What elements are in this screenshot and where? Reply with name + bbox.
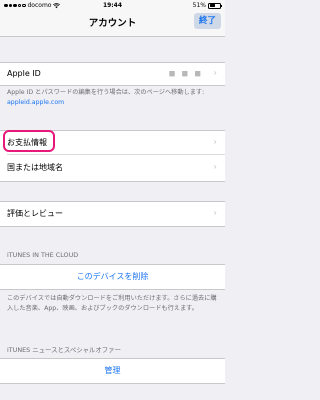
ratings-reviews-label: 評価とレビュー — [7, 209, 63, 218]
apple-id-site-link[interactable]: appleid.apple.com — [7, 99, 64, 106]
remove-device-label: このデバイスを削除 — [76, 272, 149, 281]
apple-id-label: Apple ID — [7, 69, 41, 78]
battery-area: 51% — [192, 0, 222, 11]
apple-id-value-masked: ■ ■ ■ — [168, 69, 203, 78]
manage-label: 管理 — [104, 366, 121, 375]
payment-info-label: お支払情報 — [7, 138, 47, 147]
apple-id-note-text: Apple ID とパスワードの編集を行う場合は、次のページへ移動します: — [7, 89, 205, 96]
done-button[interactable]: 終了 — [193, 13, 221, 29]
newsletter-header: iTUNES ニュースとスペシャルオファー — [7, 346, 121, 354]
account-screen: docomo 19:44 51% アカウント 終了 Apple ID ■ ■ ■… — [0, 0, 225, 400]
remove-device-button[interactable]: このデバイスを削除 — [0, 264, 225, 290]
country-region-row[interactable]: 国または地域名 › — [0, 155, 225, 182]
chevron-right-icon: › — [213, 68, 217, 79]
battery-percent: 51% — [192, 2, 206, 9]
chevron-right-icon: › — [213, 208, 217, 219]
chevron-right-icon: › — [213, 137, 217, 148]
status-time: 19:44 — [102, 2, 123, 9]
chevron-right-icon: › — [213, 162, 217, 173]
apple-id-row[interactable]: Apple ID ■ ■ ■ › — [0, 62, 225, 86]
payment-info-row[interactable]: お支払情報 › — [0, 130, 225, 155]
apple-id-note: Apple ID とパスワードの編集を行う場合は、次のページへ移動します: ap… — [7, 88, 219, 108]
navigation-bar: docomo 19:44 51% アカウント 終了 — [0, 0, 225, 37]
ratings-reviews-row[interactable]: 評価とレビュー › — [0, 201, 225, 227]
manage-button[interactable]: 管理 — [0, 358, 225, 384]
itunes-cloud-header: iTUNES IN THE CLOUD — [7, 251, 79, 259]
country-region-label: 国または地域名 — [7, 163, 63, 172]
battery-icon — [208, 2, 222, 9]
page-title: アカウント — [88, 18, 137, 29]
status-bar: docomo 19:44 51% — [0, 0, 225, 11]
itunes-cloud-note: このデバイスでは自動ダウンロードをご利用いただけます。さらに過去に購入した音楽、… — [7, 295, 217, 312]
